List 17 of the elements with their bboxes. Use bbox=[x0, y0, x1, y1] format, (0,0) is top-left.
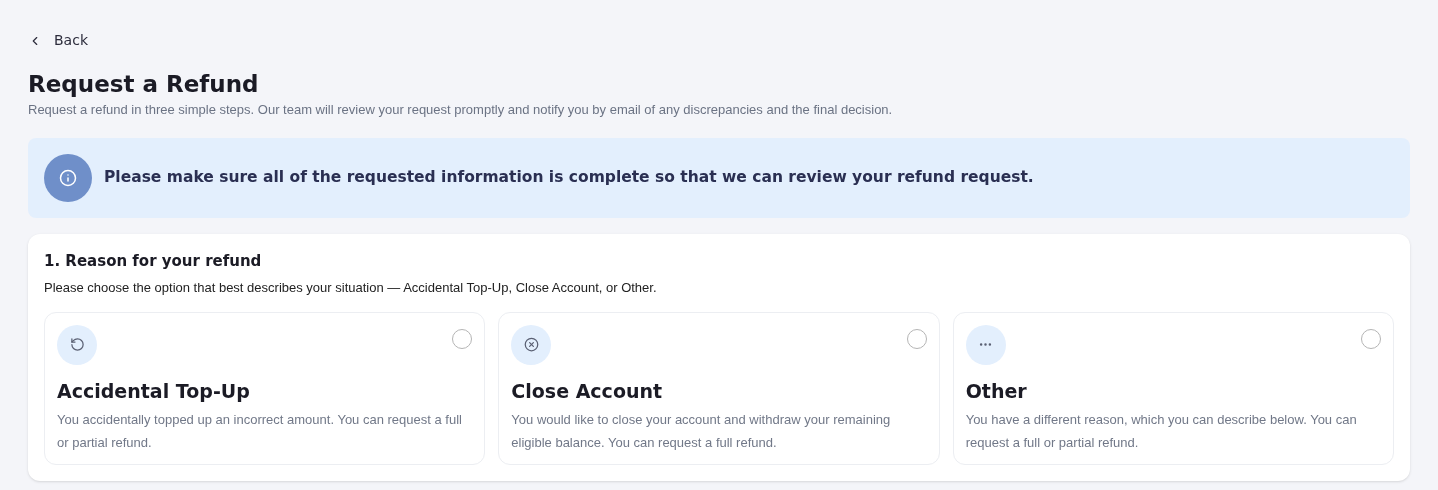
option-description: You accidentally topped up an incorrect amount. You can request a full or partial refund. bbox=[57, 411, 463, 452]
option-description: You would like to close your account and withdraw your remaining eligible balance. You can request a full refund. bbox=[511, 411, 892, 452]
option-card[interactable]: Accidental Top-Up You accidentally topped up an incorrect amount. You can request a full or partial refund. bbox=[44, 311, 486, 465]
option-description: You have a different reason, which you can describe below. You can request a full or partial refund. bbox=[965, 411, 1358, 452]
section-description: Please choose the option that best describes your situation — Accidental Top-Up, Close Account, or Other. bbox=[44, 279, 658, 297]
page-title: Request a Refund bbox=[28, 70, 260, 99]
page-subtitle: Request a refund in three simple steps. Our team will review your request promptly and notify you by email of any discrepancies and the final decision. bbox=[28, 101, 894, 119]
option-title: Close Account bbox=[511, 378, 664, 404]
section-title: 1. Reason for your refund bbox=[44, 250, 263, 272]
info-icon bbox=[44, 153, 92, 202]
notice-text: Please make sure all of the requested information is complete so that we can review your refund request. bbox=[104, 166, 1034, 188]
option-title: Other bbox=[965, 378, 1028, 404]
back-link[interactable]: Back bbox=[28, 30, 88, 51]
undo-icon bbox=[57, 324, 97, 365]
option-card[interactable]: Other You have a different reason, which you can describe below. You can request a full or partial refund. bbox=[952, 311, 1394, 465]
option-card[interactable]: Close Account You would like to close your account and withdraw your remaining eligible balance. You can request a full refund. bbox=[498, 311, 940, 465]
option-title: Accidental Top-Up bbox=[57, 378, 251, 404]
